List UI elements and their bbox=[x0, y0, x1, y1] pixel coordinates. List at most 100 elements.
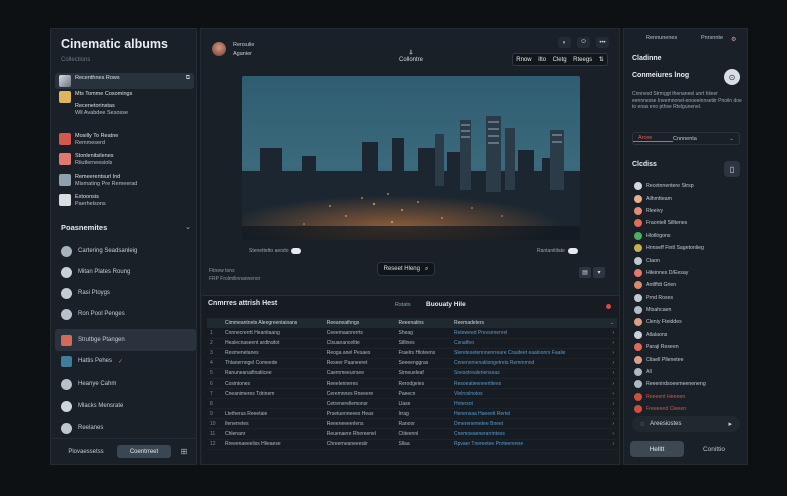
tag-item[interactable]: Ctlaell Pllenetee bbox=[634, 353, 744, 365]
tag-item[interactable]: Mtsahcaen bbox=[634, 304, 744, 316]
tab-content[interactable]: Cnnnenta bbox=[673, 136, 729, 142]
table-row[interactable]: 9 Ltetherus Reeetaie Prsetuenneees Heas Irr… bbox=[207, 408, 617, 420]
album-item[interactable]: Mosilly To Reatne Remmeserd bbox=[55, 131, 194, 149]
chevron-right-icon[interactable]: › bbox=[603, 388, 617, 400]
playlists-button[interactable]: Plovaessetss bbox=[57, 445, 115, 458]
chevron-right-icon[interactable]: › bbox=[603, 398, 617, 410]
tag-item[interactable]: Prnd Roses bbox=[634, 292, 744, 304]
toggle-switch[interactable] bbox=[567, 248, 578, 254]
table-row[interactable]: 8 Cetrenerellemonsr Llase Hntersot › bbox=[207, 398, 617, 410]
chevron-right-icon[interactable]: › bbox=[603, 378, 617, 390]
table-row[interactable]: 2 Healecnaseent ardtraitot Clsuananceltte S… bbox=[207, 338, 617, 349]
toggle-switch[interactable] bbox=[291, 248, 302, 254]
chevron-right-icon[interactable]: › bbox=[603, 428, 617, 440]
playlist-item[interactable]: Hattis Pehes ✓ bbox=[55, 350, 196, 372]
chevron-down-icon[interactable]: ⌄ bbox=[603, 318, 617, 328]
tag-item[interactable]: Hlotlirgons bbox=[634, 230, 744, 242]
chevron-right-icon[interactable]: › bbox=[603, 338, 617, 349]
tab-results[interactable]: Rennunenes bbox=[646, 35, 677, 41]
album-item[interactable]: Extoonsis Paerhelsons bbox=[55, 192, 194, 210]
tag-item[interactable]: Hnnseff Fintl Sagetonlieg bbox=[634, 242, 744, 254]
tab-presets[interactable]: Pnrsnnte bbox=[701, 35, 723, 41]
table-row[interactable]: 4 Thlanernngel Comeede Reseer Paaneeret See… bbox=[207, 358, 617, 369]
play-icon[interactable]: ▸ bbox=[728, 420, 732, 428]
dropdown-icon[interactable]: ▾ bbox=[593, 267, 605, 278]
table-row[interactable]: 3 Resmenetanes Reoga anel Pesaes Fraelrs Hl… bbox=[207, 348, 617, 359]
playlist-item[interactable]: Cartering Seadsanleig bbox=[55, 240, 196, 262]
toggle-button[interactable]: ◐ bbox=[558, 37, 571, 48]
tag-item[interactable]: Cleniy Fteiddes bbox=[634, 316, 744, 328]
tag-item[interactable]: Ctaon bbox=[634, 254, 744, 266]
tag-item[interactable]: Ailhmtteam bbox=[634, 192, 744, 204]
table-row[interactable]: 7 Cneanimeres Tdrinem Ceremnnes Rneeere Pae… bbox=[207, 388, 617, 400]
chevron-down-icon[interactable]: ⌄ bbox=[185, 223, 191, 231]
tag-item[interactable]: All bbox=[634, 366, 744, 378]
column-header[interactable]: Cimmeantnets Aleegreentaioans bbox=[222, 318, 324, 328]
playlist-item[interactable]: Reelanes bbox=[55, 417, 196, 439]
table-row[interactable]: 12 Rreeenaeeeliss Hlieaese Chreerneaneeesi… bbox=[207, 439, 617, 450]
table-row[interactable]: 10 Ilenerretes Reeeneeeerlens Ranoor Drneren… bbox=[207, 418, 617, 430]
table-row[interactable]: 1 Cnnnecrerrtt Heanitaang Ceeemaanrerrts Sh… bbox=[207, 328, 617, 339]
toolbar-item[interactable]: Rteegs bbox=[573, 57, 592, 63]
table-row[interactable]: 11 Chlenanr Reuenaere Rhereenel Ctiteennl Cn… bbox=[207, 428, 617, 440]
chevron-right-icon[interactable]: › bbox=[603, 328, 617, 339]
album-item[interactable]: Recenthnes Rows ⧉ bbox=[55, 73, 194, 89]
chevron-right-icon[interactable]: › bbox=[603, 418, 617, 430]
tag-item[interactable]: Reeeent Heeeen bbox=[634, 391, 744, 403]
sort-icon[interactable]: ⇅ bbox=[599, 56, 604, 63]
tag-item[interactable]: Freeeeed Cleeen bbox=[634, 403, 744, 415]
playlist-item[interactable]: Ron Pool Penges bbox=[55, 303, 196, 325]
chevron-right-icon[interactable]: › bbox=[603, 358, 617, 369]
playlist-item[interactable]: Strutbge Ptangen bbox=[55, 329, 196, 351]
playlist-item[interactable]: Mlacks Mensrate bbox=[55, 395, 196, 417]
list-view-icon[interactable]: ▤ bbox=[579, 267, 591, 278]
more-icon[interactable]: ••• bbox=[596, 37, 609, 48]
tag-item[interactable]: Rleeivy bbox=[634, 205, 744, 217]
column-header[interactable]: Reemadeters bbox=[450, 318, 604, 328]
column-header[interactable]: Reeaneathngs bbox=[323, 318, 396, 328]
action-bar[interactable]: ◌ Areesiostes ▸ bbox=[632, 416, 740, 432]
toolbar-item[interactable]: Rnow bbox=[516, 57, 531, 63]
search-icon[interactable]: ⌕ bbox=[425, 266, 428, 273]
tab-beauty[interactable]: Buouaty Hile bbox=[426, 301, 466, 308]
tag-item[interactable]: Reeenirdsoeemeeneneng bbox=[634, 378, 744, 390]
settings-icon[interactable]: ⚙ bbox=[731, 36, 736, 43]
grid-icon[interactable]: ⊞ bbox=[178, 445, 190, 458]
view-mode-button[interactable]: ⬭ bbox=[577, 37, 590, 48]
playlist-item[interactable]: Heanye Cahm bbox=[55, 373, 196, 395]
tag-label: Ctlaell Pllenetee bbox=[646, 356, 684, 363]
album-item[interactable]: Stonlenitsilenes Riiutlerneesiols bbox=[55, 151, 194, 169]
filter-icon[interactable]: ▯ bbox=[724, 161, 740, 177]
chevron-right-icon[interactable]: › bbox=[603, 408, 617, 420]
playlist-item[interactable]: Rasi Ptoygs bbox=[55, 282, 196, 304]
continue-button[interactable]: Conittio bbox=[686, 441, 742, 457]
lock-icon[interactable]: ⊙ bbox=[724, 69, 740, 85]
tag-item[interactable]: Recetnnentere Strsp bbox=[634, 180, 744, 192]
toolbar-item[interactable]: Cletg bbox=[553, 57, 567, 63]
table-row[interactable]: 5 Ranuneanaifinatiicee Caemmeeurrsee Sirneu… bbox=[207, 368, 617, 379]
connect-button[interactable]: Coentrreet bbox=[117, 445, 171, 458]
chevron-right-icon[interactable]: › bbox=[603, 439, 617, 450]
chevron-right-icon[interactable]: › bbox=[603, 368, 617, 379]
chevron-down-icon[interactable]: ⌄ bbox=[729, 136, 739, 142]
share-icon[interactable]: ⧉ bbox=[186, 75, 190, 82]
album-item[interactable]: Remeerentsurl Ind Mismating Pre Remeerad bbox=[55, 172, 194, 190]
tag-item[interactable]: Fraontell Silltenes bbox=[634, 217, 744, 229]
help-button[interactable]: Helltt bbox=[630, 441, 684, 457]
column-header[interactable]: Reeenatins bbox=[395, 318, 451, 328]
avatar[interactable] bbox=[212, 42, 226, 56]
toolbar-item[interactable]: Ilto bbox=[538, 57, 546, 63]
tag-item[interactable]: Hileinnes D/Eesay bbox=[634, 267, 744, 279]
tab-arcee[interactable]: Arcee bbox=[633, 135, 673, 142]
album-item[interactable]: Recenetorinstas Wll Avabdee Sesosse bbox=[55, 101, 194, 119]
search-box[interactable]: Reseet Hleng ⌕ bbox=[377, 262, 435, 276]
city-photo[interactable] bbox=[242, 76, 580, 240]
table-cell: Prsetuenneees Heas bbox=[323, 408, 396, 420]
tag-item[interactable]: Paraji Reseen bbox=[634, 341, 744, 353]
tag-item[interactable]: Antlffdt Grien bbox=[634, 279, 744, 291]
chevron-right-icon[interactable]: › bbox=[603, 348, 617, 359]
playlist-item[interactable]: Mitan Plates Roung bbox=[55, 261, 196, 283]
table-row[interactable]: 6 Cosintones Reeelenneres Rerodgeies Resoeat… bbox=[207, 378, 617, 390]
tag-item[interactable]: Atlalaons bbox=[634, 329, 744, 341]
tab-status[interactable]: Rstats bbox=[395, 302, 411, 308]
